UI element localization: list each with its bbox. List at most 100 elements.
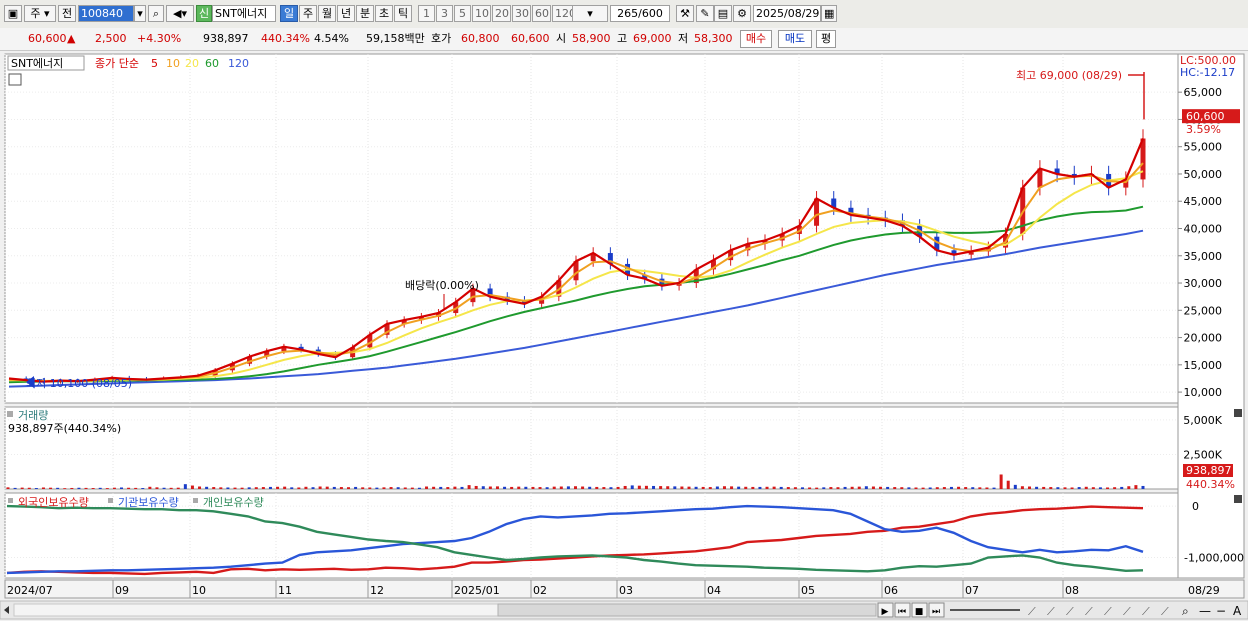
volume-bar [495,486,499,489]
volume-bar [900,487,904,489]
eval-button[interactable]: 평 [816,30,836,48]
volume-bar [1006,480,1010,489]
volume-bar [98,487,102,489]
volume-bar [332,486,336,489]
code-dropdown-icon[interactable]: ▾ [134,5,146,22]
volume-bar [588,486,592,489]
search-icon[interactable]: ⌕ [148,5,164,22]
volume-bar [148,486,152,489]
count-tab-10[interactable]: 10 [472,5,491,22]
volume-bar [432,486,436,489]
volume-bar [971,487,975,489]
y-tick-label: 30,000 [1184,277,1223,290]
volume-bar [1127,486,1131,489]
count-tab-30[interactable]: 30 [512,5,531,22]
prev-button[interactable]: 전 [58,5,76,22]
volume-bar [715,486,719,489]
period-tab-4[interactable]: 분 [356,5,374,22]
volume-bar [864,486,868,489]
volume-bar [212,487,216,489]
volume-bar [389,487,393,489]
volume-bar [992,487,996,489]
volume-bar [162,487,166,489]
volume-bar [446,487,450,489]
play-icon: ▶ [882,607,889,617]
period-tab-1[interactable]: 주 [299,5,317,22]
market-select[interactable]: 주 ▾ [24,5,56,22]
volume-bar [942,487,946,489]
layout-icon[interactable]: ▣ [4,5,22,22]
volume-bar [169,487,173,489]
holdings-tick-label: 0 [1192,500,1199,513]
period-tab-6[interactable]: 틱 [394,5,412,22]
volume-bar [460,486,464,489]
volume-bar [6,487,10,489]
date-field[interactable]: 2025/08/29 [753,5,821,22]
period-tab-5[interactable]: 초 [375,5,393,22]
volume-bar [354,486,358,489]
period-tab-2[interactable]: 월 [318,5,336,22]
volume-bar [339,487,343,489]
count-tab-1[interactable]: 1 [418,5,435,22]
volume-bar [49,487,53,489]
volume-bar [56,487,60,489]
volume-bar [439,486,443,489]
volume-bar [155,487,159,489]
save-icon[interactable]: ▤ [714,5,732,22]
quote-low: 58,300 [694,32,733,45]
volume-bar [574,486,577,489]
draw-icon[interactable]: ✎ [696,5,714,22]
volume-bar [20,487,24,489]
volume-bar [268,486,272,489]
volume-bar [488,486,492,489]
x-tick-label: 08 [1065,584,1079,597]
toolbar-bottom-icon-3: A [1233,604,1242,618]
stock-chart[interactable]: 2024/07 09 10 11 12 2025/01 02 03 04 05 06 07 08 08/2… [0,50,1248,621]
volume-bar [758,486,762,489]
last-pct-label: 3.59% [1186,123,1221,136]
volume-bar [730,486,734,489]
legend-ma-60: 60 [205,57,219,70]
volume-bar [27,487,31,489]
volume-bar [403,487,407,489]
y-tick-label: 40,000 [1184,223,1223,236]
period-tab-3[interactable]: 년 [337,5,355,22]
volume-bar [623,485,627,489]
y-tick-label: 15,000 [1184,359,1223,372]
volume-bar [63,488,67,489]
signal-badge[interactable]: 신 [196,5,212,22]
volume-bar [779,486,783,489]
count-dropdown[interactable]: ▾ [572,5,608,22]
speaker-icon[interactable]: ◀▾ [166,5,194,22]
x-tick-label: 02 [533,584,547,597]
count-tab-3[interactable]: 3 [436,5,453,22]
quote-turnover: 4.54% [314,32,349,45]
hoga-label: 호가 [431,32,452,45]
hoga-1: 60,800 [461,32,500,45]
volume-bar [687,486,691,489]
buy-button[interactable]: 매수 [740,30,772,48]
toolbar-bottom-icon-2: − [1216,604,1226,618]
scroll-thumb [497,603,877,617]
count-tab-20[interactable]: 20 [492,5,511,22]
calendar-icon[interactable]: ▦ [821,5,837,22]
draw-tool-icon-0: ⟋ [1028,605,1036,618]
code-input[interactable]: 100840 [78,5,134,22]
gear-icon[interactable]: ⚙ [733,5,751,22]
quote-change-pct: +4.30% [137,32,182,45]
display-count[interactable]: 265/600 [610,5,670,22]
tools-icon[interactable]: ⚒ [676,5,694,22]
volume-bar [559,486,563,489]
holdings-legend-icon [8,498,13,503]
period-tab-0[interactable]: 일 [280,5,298,22]
volume-bar [91,488,95,489]
count-tab-120[interactable]: 120 [552,5,573,22]
count-tab-5[interactable]: 5 [454,5,471,22]
quote-change: 2,500 [95,32,127,45]
volume-bar [822,487,826,489]
draw-tool-icon-4: ⟋ [1104,605,1112,618]
volume-bar [297,487,301,489]
sell-button[interactable]: 매도 [778,30,812,48]
count-tab-60[interactable]: 60 [532,5,551,22]
volume-bar [680,486,684,489]
